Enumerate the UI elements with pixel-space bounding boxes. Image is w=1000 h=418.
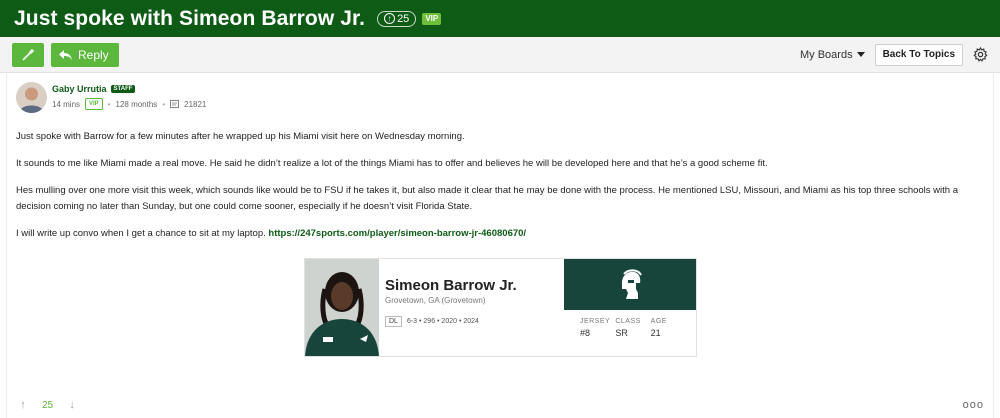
meta-separator: •: [162, 99, 166, 109]
caret-down-icon: [856, 52, 865, 57]
staff-badge: STAFF: [110, 85, 136, 93]
upvote-arrow-icon[interactable]: ↑: [16, 399, 30, 411]
avatar[interactable]: [16, 82, 47, 113]
arrow-up-icon: ↑: [384, 13, 396, 24]
player-name: Simeon Barrow Jr.: [385, 277, 517, 294]
post-last-text: I will write up convo when I get a chanc…: [16, 228, 266, 239]
spartan-logo-icon: [564, 259, 696, 310]
thread-vote-count[interactable]: ↑ 25: [377, 10, 417, 27]
player-card[interactable]: Simeon Barrow Jr. Grovetown, GA (Groveto…: [304, 258, 697, 357]
new-topic-button[interactable]: [12, 42, 44, 67]
post-paragraph: It sounds to me like Miami made a real m…: [16, 158, 768, 169]
meta-separator: •: [107, 99, 111, 109]
post-meta: 14 mins VIP • 128 months • 21821: [52, 98, 206, 110]
post-paragraph: Just spoke with Barrow for a few minutes…: [16, 131, 465, 142]
player-measurables: 6-3 • 296 • 2020 • 2024: [406, 318, 479, 325]
post-footer: ↑ 25 ↓ ooo: [16, 397, 984, 413]
thread-vote-value: 25: [397, 12, 410, 25]
downvote-arrow-icon[interactable]: ↓: [65, 399, 79, 411]
my-boards-label: My Boards: [800, 48, 853, 61]
post: Gaby Urrutia STAFF 14 mins VIP • 128 mon…: [6, 73, 994, 418]
post-paragraph: Hes mulling over one more visit this wee…: [16, 185, 959, 212]
reply-label: Reply: [78, 47, 109, 62]
my-boards-dropdown[interactable]: My Boards: [800, 49, 865, 61]
post-author-row: Gaby Urrutia STAFF 14 mins VIP • 128 mon…: [16, 82, 984, 113]
attr-label: AGE: [650, 318, 667, 325]
posts-icon: [170, 100, 180, 108]
post-body: Just spoke with Barrow for a few minutes…: [16, 129, 984, 242]
player-link[interactable]: https://247sports.com/player/simeon-barr…: [268, 228, 526, 239]
attr-label: JERSEY: [580, 318, 611, 325]
player-photo: [305, 259, 379, 356]
thread-title: Just spoke with Simeon Barrow Jr.: [14, 6, 366, 30]
post-time: 14 mins: [52, 99, 81, 109]
player-stats: DL 6-3 • 296 • 2020 • 2024: [385, 316, 558, 327]
thread-header: Just spoke with Simeon Barrow Jr. ↑ 25 V…: [0, 0, 1000, 37]
attr-value: SR: [615, 328, 628, 338]
player-attributes: JERSEY #8 CLASS SR AGE 21: [564, 310, 696, 338]
reply-arrow-icon: [59, 49, 72, 60]
post-score: 25: [42, 399, 54, 411]
more-options-icon[interactable]: ooo: [963, 399, 984, 411]
author-post-count: 21821: [184, 99, 207, 109]
attr-jersey: JERSEY #8: [580, 318, 615, 338]
gear-icon[interactable]: [972, 47, 988, 63]
attr-class: CLASS SR: [615, 318, 650, 338]
attr-value: #8: [580, 328, 591, 338]
pen-plus-icon: [22, 48, 34, 61]
author-name[interactable]: Gaby Urrutia: [52, 84, 107, 94]
vip-badge: VIP: [422, 12, 442, 25]
post-paragraph: I will write up convo when I get a chanc…: [16, 226, 984, 242]
back-to-topics-button[interactable]: Back To Topics: [874, 43, 963, 66]
attr-label: CLASS: [615, 318, 641, 325]
attr-age: AGE 21: [651, 318, 686, 338]
player-position: DL: [385, 316, 402, 327]
author-vip-badge: VIP: [85, 98, 103, 110]
toolbar: Reply My Boards Back To Topics: [0, 37, 1000, 73]
player-location: Grovetown, GA (Grovetown): [385, 296, 486, 305]
author-tenure: 128 months: [115, 99, 158, 109]
attr-value: 21: [650, 328, 661, 338]
reply-button[interactable]: Reply: [51, 42, 119, 67]
